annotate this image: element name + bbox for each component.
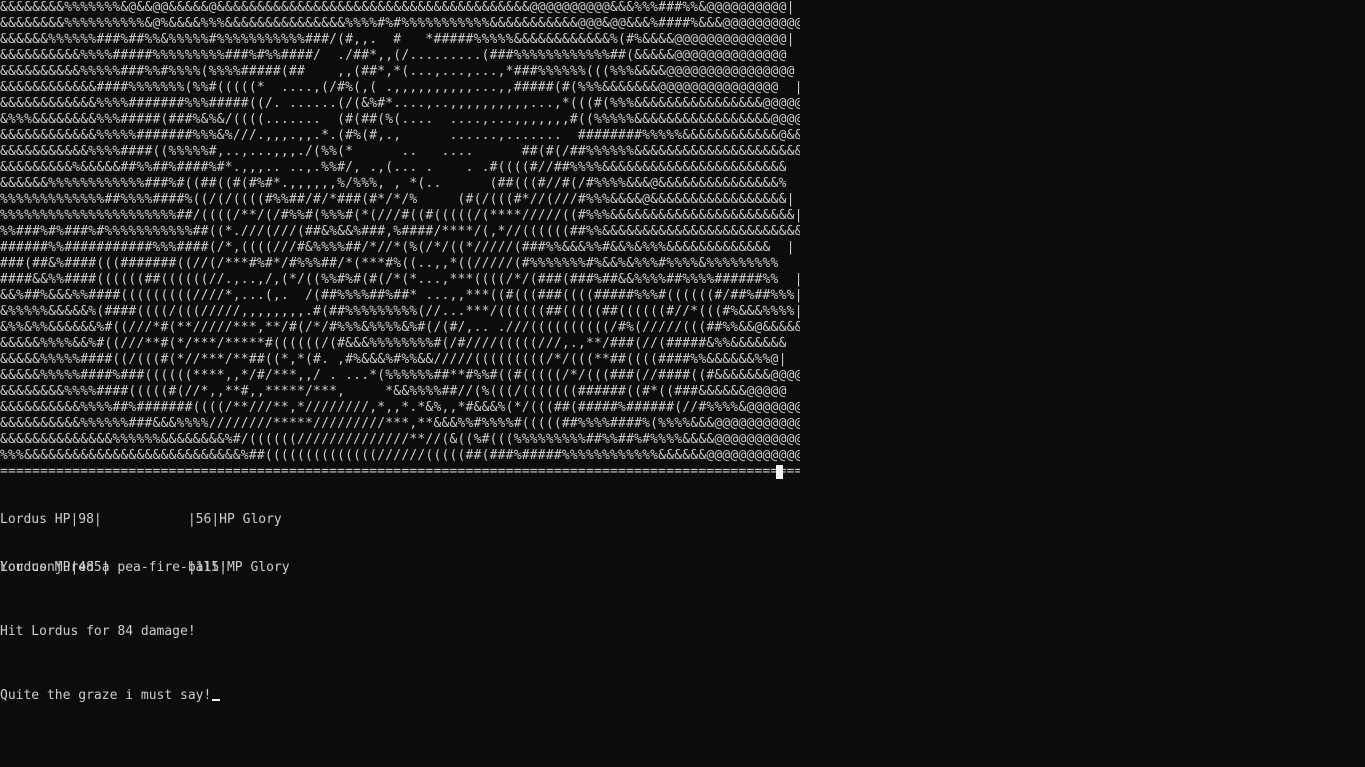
console-window: &&&&&&&&%%%%%%%&@&&@@&&&&&@&&&&&&&&&&&&&…	[0, 0, 1365, 767]
ascii-art-portrait: &&&&&&&&%%%%%%%&@&&@@&&&&&@&&&&&&&&&&&&&…	[0, 0, 800, 463]
block-cursor	[776, 465, 783, 479]
battle-message: You conjured a pea-fire-ball!	[0, 560, 227, 575]
battle-message: Hit Lordus for 84 damage!	[0, 624, 196, 639]
mp-hp-row: Lordus HP|98| |56|HP Glory	[0, 512, 282, 527]
battle-message-text: Quite the graze i must say!	[0, 688, 212, 703]
battle-message: Quite the graze i must say!	[0, 688, 227, 704]
divider-line: ========================================…	[0, 464, 800, 479]
battle-log: You conjured a pea-fire-ball! Hit Lordus…	[0, 528, 227, 752]
text-cursor[interactable]	[212, 699, 221, 701]
